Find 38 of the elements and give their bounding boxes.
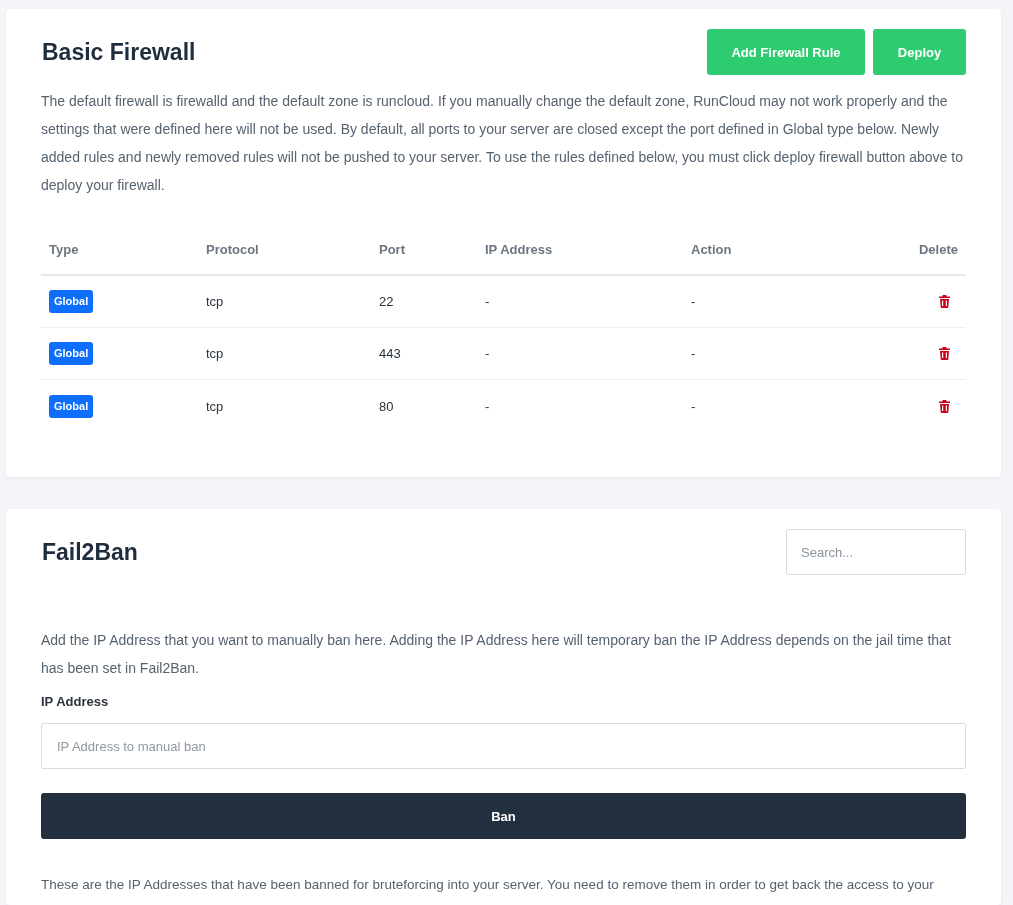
field-label: IP Address	[41, 693, 110, 711]
column-header: Port	[378, 242, 406, 257]
column-header: Protocol	[205, 242, 260, 257]
section-title: Fail2Ban	[41, 538, 138, 566]
table-cell-text: 443	[378, 346, 402, 361]
column-header: Delete	[917, 242, 959, 257]
search-field[interactable]: Search...	[786, 529, 966, 575]
delete-button[interactable]	[939, 399, 950, 413]
column-header: IP Address	[484, 242, 554, 257]
table-cell-text: -	[484, 346, 491, 361]
table-cell-text: tcp	[205, 346, 225, 361]
trash-icon	[939, 399, 950, 413]
column-header: Type	[48, 242, 80, 257]
table-cell-text: -	[484, 398, 491, 414]
column-header: Action	[690, 242, 733, 257]
ban-button[interactable]: Ban	[41, 793, 966, 839]
type-badge: Global	[49, 290, 94, 313]
banned-note-text: These are the IP Addresses that have been banned for bruteforcing into your server. You need to remove them in order to get back the access to your	[41, 876, 935, 894]
add-rule-button[interactable]: Add Firewall Rule	[707, 29, 865, 75]
section-title: Basic Firewall	[41, 38, 196, 66]
description-text: The default firewall is firewalld and the default zone is runcloud. If you manually change the default zone, RunCloud may not work properly and the settings that were defined here will not be used. By default, all ports to your server are closed except the port defined in Global type below. Newly added rules and newly removed rules will not be pushed to your server. To use the rules defined below, you must click deploy firewall button above to deploy your firewall.	[41, 92, 964, 195]
trash-icon	[939, 347, 950, 360]
trash-icon	[939, 295, 950, 308]
type-badge: Global	[49, 394, 94, 418]
table-cell-text: -	[690, 346, 697, 361]
ip-address-field[interactable]: IP Address to manual ban	[41, 723, 966, 769]
table-cell-text: tcp	[205, 398, 225, 414]
description-text: Add the IP Address that you want to manually ban here. Adding the IP Address here will temporary ban the IP Address depends on the jail time that has been set in Fail2Ban.	[41, 631, 952, 678]
table-cell-text: tcp	[205, 294, 225, 309]
table-cell-text: -	[484, 294, 491, 309]
delete-button[interactable]	[939, 347, 950, 360]
table-cell-text: -	[690, 294, 697, 309]
table-cell-text: -	[690, 398, 697, 414]
deploy-button[interactable]: Deploy	[873, 29, 966, 75]
table-cell-text: 80	[378, 398, 395, 414]
table-cell-text: 22	[378, 294, 395, 309]
delete-button[interactable]	[939, 295, 950, 308]
type-badge: Global	[49, 342, 94, 365]
